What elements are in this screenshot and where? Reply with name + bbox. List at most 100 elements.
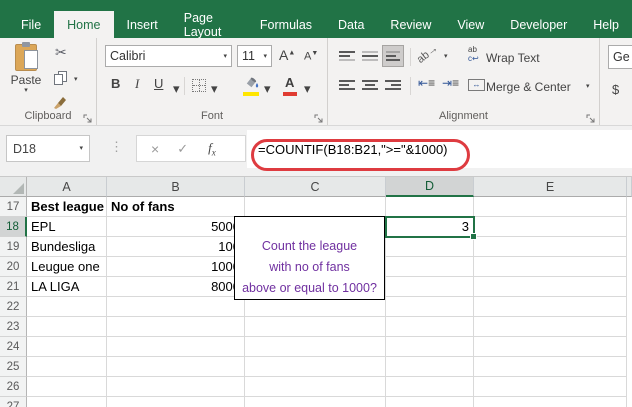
clipboard-dialog-launcher-icon[interactable] [83, 111, 93, 123]
tab-file[interactable]: File [8, 11, 54, 38]
underline-dropdown-icon[interactable]: ▾ [173, 82, 180, 95]
cell-D24[interactable] [386, 337, 474, 357]
cell-B26[interactable] [107, 377, 245, 397]
increase-font-size-button[interactable]: A▲ [279, 47, 295, 63]
cell-C22[interactable] [245, 297, 386, 317]
cell-B27[interactable] [107, 397, 245, 407]
cell-E27[interactable] [474, 397, 627, 407]
cell-B23[interactable] [107, 317, 245, 337]
cell-E21[interactable] [474, 277, 627, 297]
cell-A26[interactable] [27, 377, 107, 397]
cell-B24[interactable] [107, 337, 245, 357]
formula-input[interactable]: =COUNTIF(B18:B21,">="&1000) [247, 130, 632, 168]
cell-E19[interactable] [474, 237, 627, 257]
row-header-18[interactable]: 18 [0, 217, 27, 237]
cell-D20[interactable] [386, 257, 474, 277]
tab-data[interactable]: Data [325, 11, 377, 38]
cell-E20[interactable] [474, 257, 627, 277]
cell-E22[interactable] [474, 297, 627, 317]
cell-C17[interactable] [245, 197, 386, 217]
cell-E26[interactable] [474, 377, 627, 397]
orientation-icon[interactable]: ab→ [415, 42, 441, 66]
top-align-button[interactable] [336, 45, 358, 67]
copy-dropdown-icon[interactable]: ▾ [74, 76, 78, 83]
column-header-C[interactable]: C [245, 177, 386, 197]
cell-C27[interactable] [245, 397, 386, 407]
cell-A23[interactable] [27, 317, 107, 337]
align-right-button[interactable] [382, 74, 404, 96]
cell-D19[interactable] [386, 237, 474, 257]
cell-A27[interactable] [27, 397, 107, 407]
enter-icon[interactable]: ✓ [177, 141, 188, 157]
cell-C24[interactable] [245, 337, 386, 357]
font-color-icon[interactable]: A [285, 75, 294, 90]
row-header-21[interactable]: 21 [0, 277, 27, 297]
tab-review[interactable]: Review [377, 11, 444, 38]
cell-B25[interactable] [107, 357, 245, 377]
font-size-select[interactable]: 11 ▾ [237, 45, 272, 67]
row-header-24[interactable]: 24 [0, 337, 27, 357]
orientation-dropdown-icon[interactable]: ▾ [444, 53, 448, 60]
paste-button[interactable]: Paste ▾ [6, 42, 46, 117]
cell-A20[interactable]: Leugue one [27, 257, 107, 277]
font-name-select[interactable]: Calibri ▾ [105, 45, 232, 67]
decrease-indent-icon[interactable]: ⇤≡ [418, 76, 435, 90]
decrease-font-size-button[interactable]: A▼ [304, 50, 318, 63]
cell-B20[interactable]: 1000 [107, 257, 245, 277]
cell-C23[interactable] [245, 317, 386, 337]
merge-center-icon[interactable]: ↔ [468, 79, 485, 91]
cell-C26[interactable] [245, 377, 386, 397]
row-header-23[interactable]: 23 [0, 317, 27, 337]
wrap-text-label[interactable]: Wrap Text [486, 51, 540, 65]
underline-button[interactable]: U [154, 76, 163, 91]
italic-button[interactable]: I [135, 76, 139, 92]
cell-B18[interactable]: 5000 [107, 217, 245, 237]
tab-home[interactable]: Home [54, 11, 114, 38]
tab-developer[interactable]: Developer [497, 11, 580, 38]
copy-icon[interactable] [54, 71, 69, 86]
cell-C25[interactable] [245, 357, 386, 377]
cell-E24[interactable] [474, 337, 627, 357]
number-format-select[interactable]: Ge [608, 45, 632, 69]
cut-icon[interactable]: ✂ [55, 44, 67, 61]
cell-B21[interactable]: 8000 [107, 277, 245, 297]
tab-help[interactable]: Help [580, 11, 632, 38]
cell-E18[interactable] [474, 217, 627, 237]
row-header-25[interactable]: 25 [0, 357, 27, 377]
middle-align-button[interactable] [359, 45, 381, 67]
borders-dropdown-icon[interactable]: ▾ [211, 82, 218, 95]
cell-A19[interactable]: Bundesliga [27, 237, 107, 257]
cell-D17[interactable] [386, 197, 474, 217]
row-header-20[interactable]: 20 [0, 257, 27, 277]
row-header-19[interactable]: 19 [0, 237, 27, 257]
select-all-corner[interactable] [0, 177, 27, 197]
row-header-26[interactable]: 26 [0, 377, 27, 397]
wrap-text-icon[interactable]: ab c↩ [468, 45, 479, 64]
insert-function-icon[interactable]: fx [208, 140, 216, 158]
merge-center-dropdown-icon[interactable]: ▾ [586, 83, 590, 90]
font-dialog-launcher-icon[interactable] [314, 111, 324, 123]
annotation-textbox[interactable]: Count the league with no of fans above or … [234, 216, 385, 300]
cell-B17[interactable]: No of fans [107, 197, 245, 217]
cell-B22[interactable] [107, 297, 245, 317]
column-header-D[interactable]: D [386, 177, 474, 197]
column-header-A[interactable]: A [27, 177, 107, 197]
paste-dropdown-icon[interactable]: ▾ [6, 87, 46, 94]
cancel-icon[interactable]: × [151, 141, 159, 157]
row-header-17[interactable]: 17 [0, 197, 27, 217]
name-box[interactable]: D18 ▾ [6, 135, 90, 162]
fill-color-dropdown-icon[interactable]: ▾ [264, 82, 271, 95]
borders-icon[interactable] [192, 79, 206, 92]
cell-D21[interactable] [386, 277, 474, 297]
cell-E23[interactable] [474, 317, 627, 337]
tab-view[interactable]: View [444, 11, 497, 38]
cell-A25[interactable] [27, 357, 107, 377]
column-header-B[interactable]: B [107, 177, 245, 197]
cell-A17[interactable]: Best league [27, 197, 107, 217]
cell-A22[interactable] [27, 297, 107, 317]
formula-bar-drag-dots[interactable]: ⋮ [110, 139, 123, 155]
row-header-27[interactable]: 27 [0, 397, 27, 407]
cell-A21[interactable]: LA LIGA [27, 277, 107, 297]
merge-center-label[interactable]: Merge & Center [486, 80, 571, 94]
currency-icon[interactable]: $ [612, 82, 619, 97]
